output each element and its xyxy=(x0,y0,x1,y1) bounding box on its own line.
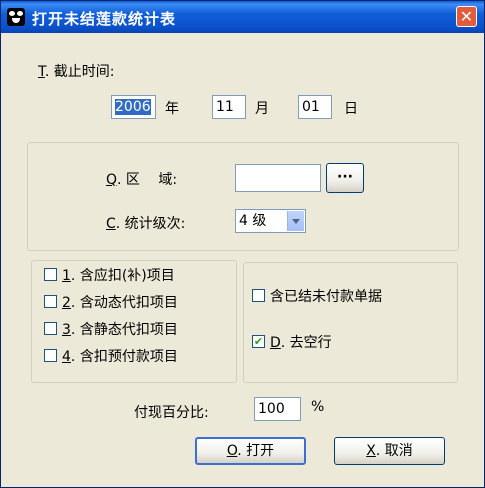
right-checkbox-2[interactable]: ✔ xyxy=(252,335,265,348)
region-browse-button[interactable]: ··· xyxy=(326,163,364,193)
right-option-label-1[interactable]: 含已结未付款单据 xyxy=(270,286,382,306)
month-unit: 月 xyxy=(255,101,269,117)
left-checkbox-4[interactable] xyxy=(44,349,57,362)
region-level-group xyxy=(27,142,459,251)
day-unit: 日 xyxy=(344,101,358,117)
left-checkbox-3[interactable] xyxy=(44,322,57,335)
percent-label: 付现百分比: xyxy=(134,405,209,421)
left-checkbox-1[interactable] xyxy=(44,268,57,281)
cancel-button[interactable]: X. 取消 xyxy=(334,437,445,465)
year-input[interactable]: 2006 xyxy=(111,95,156,119)
year-unit: 年 xyxy=(165,101,179,117)
left-option-label-4[interactable]: 4. 含扣预付款项目 xyxy=(62,346,178,366)
chevron-down-icon[interactable] xyxy=(287,211,304,231)
level-label: C. 统计级次: xyxy=(106,216,186,232)
region-input[interactable] xyxy=(235,164,321,192)
window-title: 打开未结莲款统计表 xyxy=(32,10,177,28)
cutoff-label: T. 截止时间: xyxy=(38,64,115,80)
region-label: Q. 区 域: xyxy=(106,172,178,188)
close-button[interactable]: ✕ xyxy=(456,6,477,27)
right-options-group xyxy=(243,262,458,383)
right-option-label-2[interactable]: D. 去空行 xyxy=(270,332,332,352)
dialog-window: 打开未结莲款统计表 ✕ T. 截止时间: 2006 年 11 月 01 日 Q.… xyxy=(0,0,485,488)
day-input[interactable]: 01 xyxy=(298,95,332,119)
panda-app-icon xyxy=(7,8,25,26)
left-option-label-2[interactable]: 2. 含动态代扣项目 xyxy=(62,292,178,312)
right-checkbox-1[interactable] xyxy=(252,289,265,302)
percent-unit: % xyxy=(311,399,325,415)
title-bar[interactable]: 打开未结莲款统计表 ✕ xyxy=(1,1,484,33)
left-option-label-1[interactable]: 1. 含应扣(补)项目 xyxy=(62,265,175,285)
level-select[interactable]: 4 级 xyxy=(235,209,306,233)
open-button[interactable]: O. 打开 xyxy=(195,437,306,465)
left-option-label-3[interactable]: 3. 含静态代扣项目 xyxy=(62,319,178,339)
month-input[interactable]: 11 xyxy=(212,95,246,119)
left-checkbox-2[interactable] xyxy=(44,295,57,308)
percent-input[interactable]: 100 xyxy=(254,397,301,421)
